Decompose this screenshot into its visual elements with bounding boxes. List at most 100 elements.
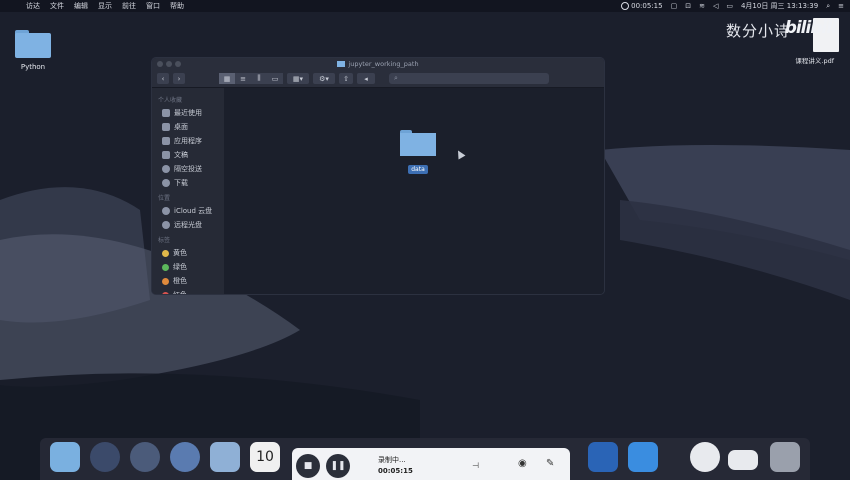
windows-icon[interactable]	[588, 442, 618, 472]
finder-titlebar[interactable]: jupyter_working_path	[152, 58, 604, 70]
clock-icon	[162, 109, 170, 117]
status-area: 00:05:15 ▢ ⊡ ≋ ◁ ▭ 4月10日 周三 13:13:39 ⌕ ≡	[621, 0, 844, 12]
sidebar-item-label: 最近使用	[174, 109, 202, 117]
menu-item-edit[interactable]: 编辑	[74, 1, 88, 11]
sidebar-item-label: 远程光盘	[174, 221, 202, 229]
forward-button[interactable]: ›	[173, 73, 185, 84]
folder-icon	[337, 61, 346, 67]
sidebar-tag-red[interactable]: 红色	[152, 288, 224, 294]
tag-dot-icon	[162, 263, 169, 271]
finder-window: jupyter_working_path ‹ › ▦ ≡ ⫼ ▭ ▦▾ ⚙▾ ⇧…	[152, 58, 604, 294]
sidebar-item-label: 黄色	[173, 249, 187, 257]
lock-icon[interactable]: ⊡	[685, 2, 691, 10]
sidebar-tag-green[interactable]: 绿色	[152, 260, 224, 274]
datetime[interactable]: 4月10日 周三 13:13:39	[741, 1, 818, 11]
view-mode-selector: ▦ ≡ ⫼ ▭	[219, 73, 283, 84]
desktop-icon	[162, 123, 170, 131]
sidebar-item-applications[interactable]: 应用程序	[152, 134, 224, 148]
pen-icon[interactable]: ✎	[546, 458, 554, 469]
desktop-folder-python[interactable]: Python	[14, 30, 52, 71]
sidebar-item-label: 隔空投送	[174, 165, 202, 173]
sidebar-item-downloads[interactable]: 下载	[152, 176, 224, 190]
finder-icon[interactable]	[50, 442, 80, 472]
sidebar-tag-orange[interactable]: 橙色	[152, 274, 224, 288]
sidebar-item-icloud[interactable]: iCloud 云盘	[152, 204, 224, 218]
sidebar-item-label: 橙色	[173, 277, 187, 285]
sidebar-tag-yellow[interactable]: 黄色	[152, 246, 224, 260]
recording-time: 00:05:15	[631, 2, 663, 10]
mail-icon[interactable]	[210, 442, 240, 472]
menu-item-go[interactable]: 前往	[122, 1, 136, 11]
trash-icon[interactable]	[770, 442, 800, 472]
close-button[interactable]	[157, 61, 163, 67]
pause-recording-button[interactable]: ❚❚	[326, 454, 350, 478]
folder-icon	[15, 30, 51, 58]
zoom-button[interactable]	[175, 61, 181, 67]
screenshot-icon[interactable]	[728, 450, 758, 470]
action-gear-button[interactable]: ⚙▾	[313, 73, 335, 84]
search-input[interactable]: ⌕	[389, 73, 549, 84]
sidebar-item-remote-disc[interactable]: 远程光盘	[152, 218, 224, 232]
folder-item-data[interactable]: data	[400, 130, 436, 175]
search-icon[interactable]: ⌕	[826, 2, 830, 11]
search-icon: ⌕	[394, 74, 398, 82]
tag-dot-icon	[162, 249, 169, 257]
sidebar-item-documents[interactable]: 文稿	[152, 148, 224, 162]
group-button[interactable]: ▦▾	[287, 73, 309, 84]
wifi-icon[interactable]: ≋	[699, 2, 705, 10]
control-center-icon[interactable]: ≡	[838, 2, 844, 10]
recording-indicator[interactable]: 00:05:15	[621, 2, 663, 10]
list-view-button[interactable]: ≡	[235, 73, 251, 84]
sidebar-item-label: iCloud 云盘	[174, 207, 213, 215]
cloud-icon	[162, 207, 170, 215]
stop-icon[interactable]: ▢	[671, 2, 678, 10]
sidebar-section-tags: 标签	[158, 237, 171, 244]
sidebar-item-label: 红色	[173, 290, 187, 294]
sidebar-item-label: 下载	[174, 179, 188, 187]
pdf-file-label: 课程讲义.pdf	[795, 57, 834, 65]
finder-toolbar: ‹ › ▦ ≡ ⫼ ▭ ▦▾ ⚙▾ ⇧ ◂ ⌕	[152, 70, 604, 88]
folder-item-label: data	[408, 165, 428, 174]
share-button[interactable]: ⇧	[339, 73, 353, 84]
sidebar-item-recents[interactable]: 最近使用	[152, 106, 224, 120]
back-button[interactable]: ‹	[157, 73, 169, 84]
app-icon[interactable]	[690, 442, 720, 472]
applications-icon	[162, 137, 170, 145]
gallery-view-button[interactable]: ▭	[267, 73, 283, 84]
calendar-icon[interactable]: 10	[250, 442, 280, 472]
column-view-button[interactable]: ⫼	[251, 73, 267, 84]
icon-view-button[interactable]: ▦	[219, 73, 235, 84]
sidebar-item-desktop[interactable]: 桌面	[152, 120, 224, 134]
menu-item-window[interactable]: 窗口	[146, 1, 160, 11]
tag-button[interactable]: ◂	[357, 73, 375, 84]
brand-logo-wrap: bilibili	[785, 18, 837, 38]
menu-item-view[interactable]: 显示	[98, 1, 112, 11]
document-icon	[162, 151, 170, 159]
volume-icon[interactable]: ◁	[713, 2, 718, 10]
audio-icon[interactable]: ⊣	[472, 461, 479, 470]
safari-icon[interactable]	[170, 442, 200, 472]
tag-dot-icon	[162, 291, 169, 294]
minimize-button[interactable]	[166, 61, 172, 67]
recording-status: 录制中...	[378, 456, 406, 464]
finder-content-area[interactable]: data	[224, 88, 604, 294]
brand-text: 数分小诗	[725, 22, 790, 40]
sidebar-item-airdrop[interactable]: 隔空投送	[152, 162, 224, 176]
battery-icon[interactable]: ▭	[726, 2, 733, 10]
recording-elapsed-time: 00:05:15	[378, 467, 413, 475]
menu-item-finder[interactable]: 访达	[26, 1, 40, 11]
launchpad-icon[interactable]	[130, 442, 160, 472]
sidebar-item-label: 桌面	[174, 123, 188, 131]
download-icon	[162, 179, 170, 187]
sidebar-item-label: 文稿	[174, 151, 188, 159]
stop-recording-button[interactable]: ■	[296, 454, 320, 478]
menu-item-help[interactable]: 帮助	[170, 1, 184, 11]
tag-dot-icon	[162, 277, 169, 285]
zoom-icon[interactable]	[628, 442, 658, 472]
webcam-icon[interactable]: ◉	[518, 458, 527, 469]
airdrop-icon	[162, 165, 170, 173]
siri-icon[interactable]	[90, 442, 120, 472]
record-icon	[621, 2, 630, 10]
window-title: jupyter_working_path	[348, 60, 419, 68]
menu-item-file[interactable]: 文件	[50, 1, 64, 11]
